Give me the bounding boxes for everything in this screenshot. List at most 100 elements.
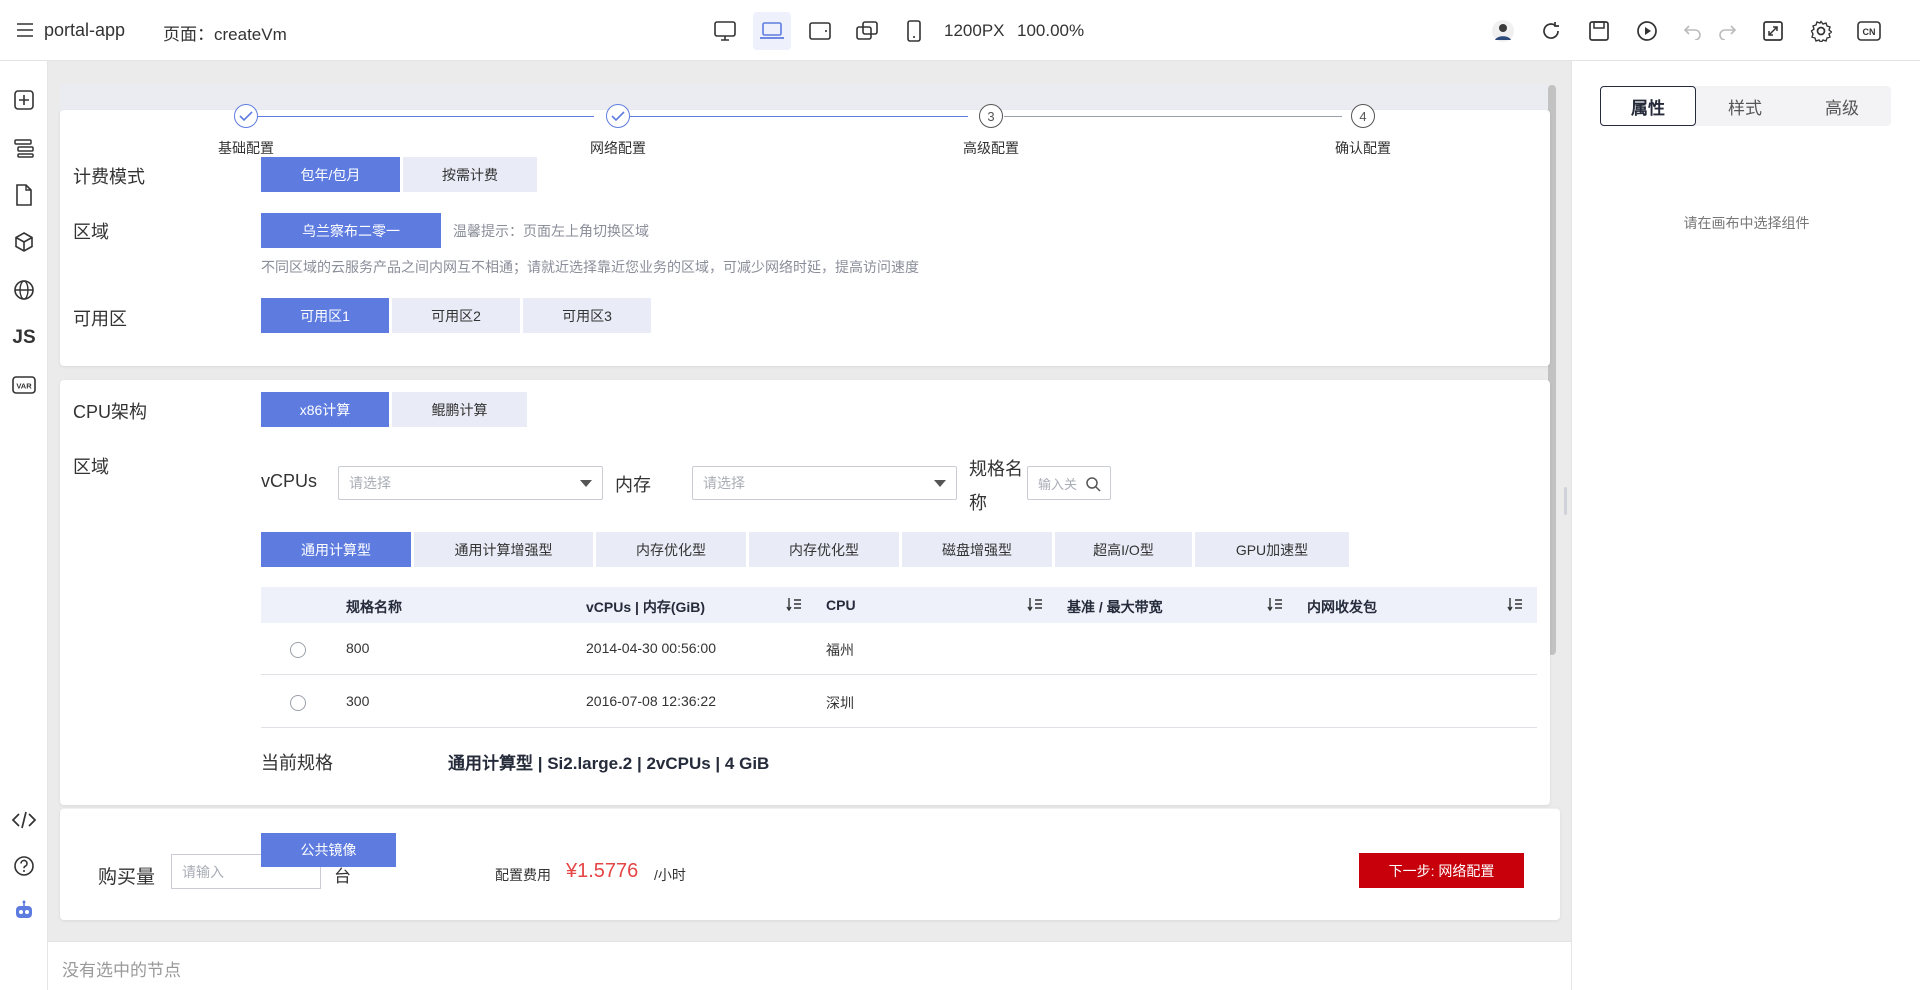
col-vcpus-memory: vCPUs | 内存(GiB) [586,599,706,615]
cell-spec-name: 300 [346,693,370,709]
refresh-icon[interactable] [1538,18,1564,44]
empty-selection-tip: 请在画布中选择组件 [1683,215,1810,231]
properties-tabs: 属性 样式 高级 [1600,86,1891,126]
status-bar: 没有选中的节点 [48,941,1571,990]
cpu-x86-button[interactable]: x86计算 [261,392,389,427]
row-radio[interactable] [290,642,306,658]
current-spec-value: 通用计算型 | Si2.large.2 | 2vCPUs | 4 GiB [448,754,770,773]
type-tab-disk-enhanced[interactable]: 磁盘增强型 [902,532,1052,567]
mobile-view-icon[interactable] [895,12,933,50]
redo-icon[interactable] [1714,18,1740,44]
status-text: 没有选中的节点 [62,961,181,980]
outline-tree-icon[interactable] [11,135,37,161]
panel-resize-handle[interactable] [1564,487,1567,515]
col-spec-name: 规格名称 [346,599,402,615]
settings-gear-icon[interactable] [1808,18,1834,44]
fullscreen-icon[interactable] [1760,18,1786,44]
tab-properties[interactable]: 属性 [1600,86,1696,126]
zoom-level[interactable]: 100.00% [1017,21,1084,41]
app-name[interactable]: portal-app [44,20,125,41]
left-rail: JS VAR [0,61,48,990]
memory-label: 内存 [615,475,651,495]
vcpus-label: vCPUs [261,471,318,491]
step-4-number[interactable]: 4 [1351,104,1375,128]
svg-text:CN: CN [1863,27,1876,37]
step-2-label: 网络配置 [590,140,646,156]
cpu-arch-label: CPU架构 [73,402,148,422]
zone-1-button[interactable]: 可用区1 [261,298,389,333]
memory-placeholder: 请选择 [703,475,745,491]
robot-assistant-icon[interactable] [11,898,37,924]
type-tab-gpu[interactable]: GPU加速型 [1195,532,1349,567]
table-row[interactable]: 300 2016-07-08 12:36:22 深圳 [261,676,1537,728]
cpu-kunpeng-button[interactable]: 鲲鹏计算 [392,392,527,427]
block-cube-icon[interactable] [11,229,37,255]
svg-text:VAR: VAR [16,382,32,391]
step-1-check-icon[interactable] [234,104,258,128]
menu-icon[interactable] [16,21,34,39]
help-icon[interactable] [11,853,37,879]
purchase-quantity-placeholder: 请输入 [182,863,224,880]
search-icon[interactable] [1085,476,1101,495]
canvas-top-strip [60,85,1550,111]
tab-styles[interactable]: 样式 [1697,86,1793,126]
variable-icon[interactable]: VAR [11,372,37,398]
cell-spec-name: 800 [346,640,370,656]
step-connector [258,116,594,117]
table-row[interactable]: 800 2014-04-30 00:56:00 福州 [261,623,1537,675]
tablet-landscape-icon[interactable] [801,12,839,50]
page-file-icon[interactable] [11,182,37,208]
source-code-icon[interactable] [11,807,37,833]
cell-cpu: 深圳 [826,695,854,711]
type-tab-general[interactable]: 通用计算型 [261,532,411,567]
page-label[interactable]: 页面：createVm [163,20,287,45]
sort-icon[interactable] [786,597,802,614]
add-component-icon[interactable] [11,87,37,113]
billing-yearly-button[interactable]: 包年/包月 [261,157,400,192]
spec-region-label: 区域 [73,457,109,477]
fee-unit: /小时 [654,867,686,883]
purchase-quantity-label: 购买量 [98,867,156,888]
chevron-down-icon [580,480,592,487]
row-radio[interactable] [290,695,306,711]
sort-icon[interactable] [1027,597,1043,614]
desktop-view-icon[interactable] [706,12,744,50]
fee-label: 配置费用 [495,867,551,883]
sort-icon[interactable] [1507,597,1523,614]
step-3-number[interactable]: 3 [979,104,1003,128]
properties-panel: 属性 样式 高级 请在画布中选择组件 [1571,61,1920,990]
step-2-check-icon[interactable] [606,104,630,128]
region-button[interactable]: 乌兰察布二零一 [261,213,441,248]
col-packets: 内网收发包 [1307,599,1377,615]
globe-icon[interactable] [11,277,37,303]
cell-vcpus-memory: 2016-07-08 12:36:22 [586,693,716,709]
type-tab-memory-optimized-2[interactable]: 内存优化型 [749,532,899,567]
type-tab-general-enhanced[interactable]: 通用计算增强型 [414,532,593,567]
sort-icon[interactable] [1267,597,1283,614]
spec-name-placeholder: 输入关 [1038,476,1078,492]
col-cpu: CPU [826,597,856,613]
tab-advanced[interactable]: 高级 [1794,86,1890,126]
cell-cpu: 福州 [826,642,854,658]
canvas-width[interactable]: 1200PX [944,21,1005,41]
javascript-icon[interactable]: JS [11,325,37,351]
memory-select[interactable]: 请选择 [692,466,957,500]
user-avatar[interactable] [1490,18,1516,44]
zone-3-button[interactable]: 可用区3 [523,298,651,333]
spec-table-header: 规格名称 vCPUs | 内存(GiB) CPU 基准 / 最大带宽 内网收发包 [261,587,1537,623]
type-tab-high-io[interactable]: 超高I/O型 [1055,532,1192,567]
zone-2-button[interactable]: 可用区2 [392,298,520,333]
public-image-button[interactable]: 公共镜像 [261,833,396,867]
spec-name-search-input[interactable]: 输入关 [1027,466,1111,500]
save-icon[interactable] [1586,18,1612,44]
undo-icon[interactable] [1680,18,1706,44]
vcpus-select[interactable]: 请选择 [338,466,603,500]
next-step-button[interactable]: 下一步: 网络配置 [1359,853,1524,888]
laptop-view-icon[interactable] [753,12,791,50]
billing-ondemand-button[interactable]: 按需计费 [403,157,537,192]
rotate-device-icon[interactable] [848,12,886,50]
type-tab-memory-optimized[interactable]: 内存优化型 [596,532,746,567]
current-spec-label: 当前规格 [261,753,333,773]
language-icon[interactable]: CN [1856,18,1882,44]
preview-play-icon[interactable] [1634,18,1660,44]
